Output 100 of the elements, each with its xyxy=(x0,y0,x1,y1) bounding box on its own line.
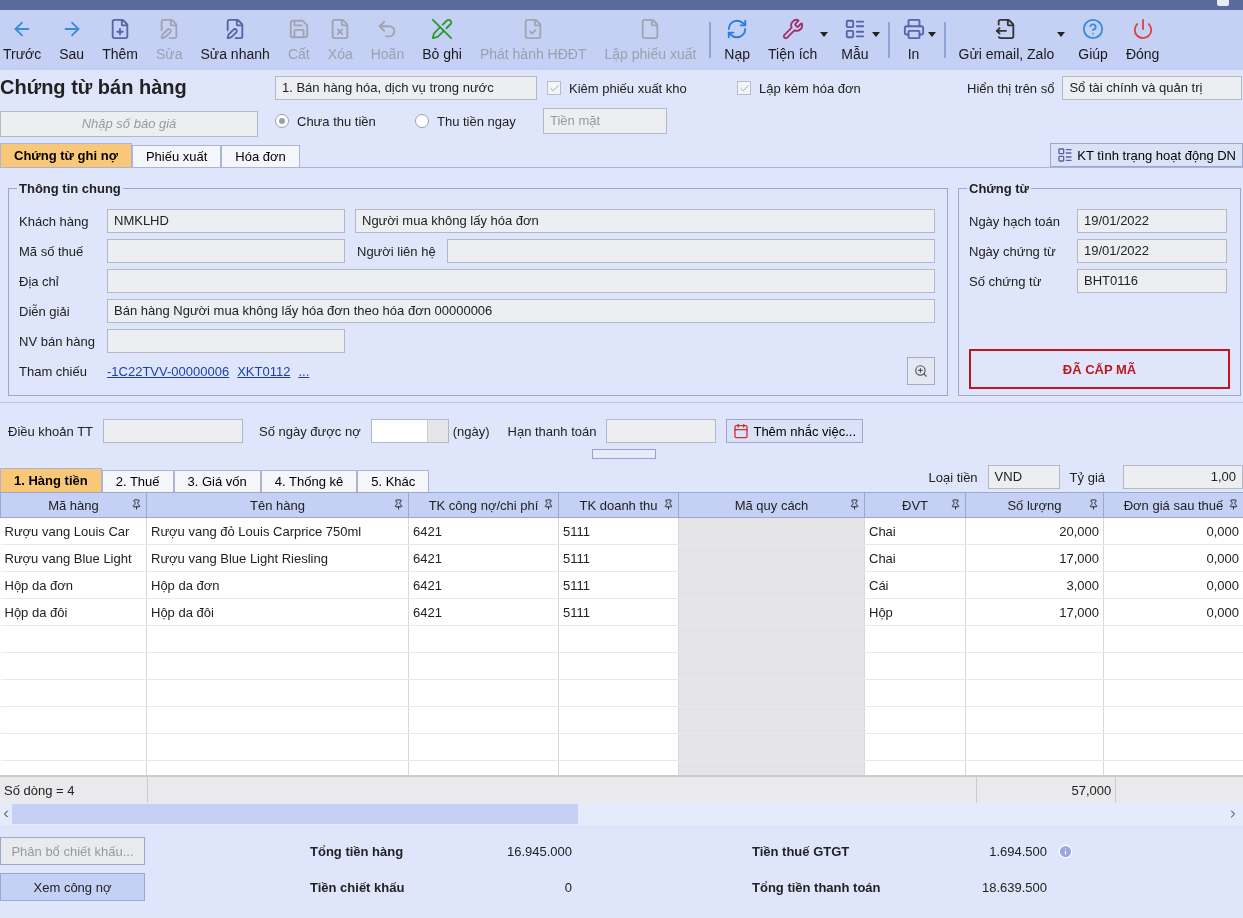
tab[interactable]: 4. Thống kê xyxy=(260,470,358,492)
voucher-field[interactable]: BHT0116 xyxy=(1077,269,1227,293)
table-cell: Rượu vang Blue Light Riesling xyxy=(146,544,409,572)
caret-icon[interactable] xyxy=(927,31,936,37)
row-count: Số dòng = 4 xyxy=(0,776,148,803)
field-label: Loại tiền xyxy=(928,469,978,485)
tab[interactable]: Hóa đơn xyxy=(221,145,300,167)
toolbar-button[interactable]: In xyxy=(893,14,934,66)
table-cell: 20,000 xyxy=(965,517,1104,545)
tab[interactable]: 1. Hàng tiền xyxy=(0,468,102,492)
ledger-field[interactable]: Sổ tài chính và quản trị xyxy=(1062,76,1243,100)
table-cell: Hộp da đôi xyxy=(0,598,147,626)
zoom-in-icon xyxy=(914,362,928,380)
column-header[interactable]: TK doanh thu xyxy=(558,492,679,518)
column-header[interactable]: ĐVT xyxy=(864,492,966,518)
checkbox[interactable] xyxy=(737,81,751,95)
debt-view-button[interactable]: Xem công nợ xyxy=(0,873,145,901)
help-icon xyxy=(1082,18,1105,40)
table-cell: 6421 xyxy=(408,517,559,545)
checkbox-label: Lập kèm hóa đơn xyxy=(759,80,861,96)
status-stamp: ĐÃ CẤP MÃ xyxy=(969,349,1230,389)
column-header[interactable]: Đơn giá sau thuế xyxy=(1103,492,1243,518)
toolbar-button[interactable]: Đóng xyxy=(1116,14,1169,66)
days-spinner[interactable] xyxy=(370,419,449,443)
table-cell: Hộp da đơn xyxy=(146,571,409,599)
radio-button[interactable] xyxy=(415,114,429,128)
table-cell: 6421 xyxy=(408,571,559,599)
column-header[interactable]: Số lượng xyxy=(965,492,1104,518)
caret-icon[interactable] xyxy=(1057,31,1066,37)
caret-icon[interactable] xyxy=(871,31,880,37)
unit-label: (ngày) xyxy=(452,423,490,439)
sale-type-field[interactable]: 1. Bán hàng hóa, dịch vụ trong nước xyxy=(275,76,537,100)
collapse-handle[interactable] xyxy=(592,449,656,459)
toolbar-button[interactable]: Gửi email, Zalo xyxy=(949,14,1064,66)
address-field[interactable] xyxy=(107,269,935,293)
exchange-rate-field[interactable]: 1,00 xyxy=(1123,465,1243,489)
tab[interactable]: 3. Giá vốn xyxy=(173,470,261,492)
check-status-button[interactable]: KT tình trạng hoạt động DN xyxy=(1050,143,1243,167)
due-date-field[interactable] xyxy=(606,419,717,443)
toolbar-button[interactable]: Bỏ ghi xyxy=(413,14,471,66)
toolbar-button[interactable]: Trước xyxy=(0,14,51,66)
wrench-icon xyxy=(781,18,804,40)
reference-link[interactable]: -1C22TVV-00000006 xyxy=(107,363,230,379)
list-icon xyxy=(1057,147,1074,163)
voucher-field[interactable]: 19/01/2022 xyxy=(1077,239,1227,263)
tab[interactable]: Phiếu xuất xyxy=(131,145,222,167)
table-cell: 6421 xyxy=(408,544,559,572)
table-cell: 0,000 xyxy=(1103,544,1243,572)
checkbox[interactable] xyxy=(547,81,561,95)
horizontal-scrollbar[interactable] xyxy=(0,803,1243,825)
pin-icon xyxy=(849,499,860,510)
panel-legend: Thông tin chung xyxy=(17,181,123,196)
total-label: Tiền thuế GTGT xyxy=(752,843,851,859)
toolbar-button[interactable]: Giúp xyxy=(1069,14,1117,66)
pin-icon xyxy=(131,499,142,510)
table-cell: Cái xyxy=(864,571,966,599)
description-field[interactable]: Bán hàng Người mua không lấy hóa đơn theo hóa đơn 00000006 xyxy=(107,299,935,323)
customer-name-field[interactable]: Người mua không lấy hóa đơn xyxy=(355,209,935,233)
field-label: Diễn giải xyxy=(19,303,71,319)
salesperson-field[interactable] xyxy=(107,329,345,353)
table-cell: 5111 xyxy=(558,517,679,545)
contact-field[interactable] xyxy=(447,239,935,263)
zoom-button[interactable] xyxy=(907,357,935,385)
add-reminder-button[interactable]: Thêm nhắc việc... xyxy=(726,419,864,443)
pen-off-icon xyxy=(431,18,454,40)
toolbar-button[interactable]: Mẫu xyxy=(832,14,878,66)
table-cell: Hộp da đơn xyxy=(0,571,147,599)
toolbar-button[interactable]: Tiện ích xyxy=(759,14,827,66)
caret-icon[interactable] xyxy=(820,31,829,37)
table-cell: Hộp xyxy=(864,598,966,626)
ledger-label: Hiển thị trên sổ xyxy=(967,80,1055,96)
calendar-icon xyxy=(733,423,750,439)
column-header[interactable]: Mã quy cách xyxy=(678,492,865,518)
table-cell: 0,000 xyxy=(1103,598,1243,626)
tab[interactable]: 2. Thuế xyxy=(101,470,174,492)
column-header[interactable]: TK công nợ/chi phí xyxy=(408,492,559,518)
save-icon xyxy=(287,18,310,40)
payment-terms-field[interactable] xyxy=(103,419,244,443)
tab[interactable]: 5. Khác xyxy=(357,470,430,492)
toolbar-button[interactable]: Thêm xyxy=(93,14,147,66)
column-header[interactable]: Mã hàng xyxy=(0,492,147,518)
toolbar-button[interactable]: Sửa nhanh xyxy=(191,14,279,66)
voucher-field[interactable]: 19/01/2022 xyxy=(1077,209,1227,233)
field-label: Mã số thuế xyxy=(19,243,85,259)
window-button-icon[interactable] xyxy=(1217,0,1229,6)
toolbar-button[interactable]: Sau xyxy=(50,14,94,66)
tab[interactable]: Chứng từ ghi nợ xyxy=(0,143,132,167)
printer-icon xyxy=(902,18,925,40)
radio-button[interactable] xyxy=(275,114,289,128)
customer-code-field[interactable]: NMKLHD xyxy=(107,209,345,233)
reference-link[interactable]: XKT0112 xyxy=(237,363,291,379)
total-value: 0 xyxy=(563,879,572,895)
total-label: Tổng tiền thanh toán xyxy=(752,879,882,895)
toolbar-button[interactable]: Nạp xyxy=(715,14,760,66)
currency-field[interactable]: VND xyxy=(987,465,1060,489)
tax-code-field[interactable] xyxy=(107,239,345,263)
column-header[interactable]: Tên hàng xyxy=(146,492,409,518)
table-cell: 17,000 xyxy=(965,598,1104,626)
reference-link[interactable]: ... xyxy=(298,363,310,379)
pin-icon xyxy=(543,499,554,510)
